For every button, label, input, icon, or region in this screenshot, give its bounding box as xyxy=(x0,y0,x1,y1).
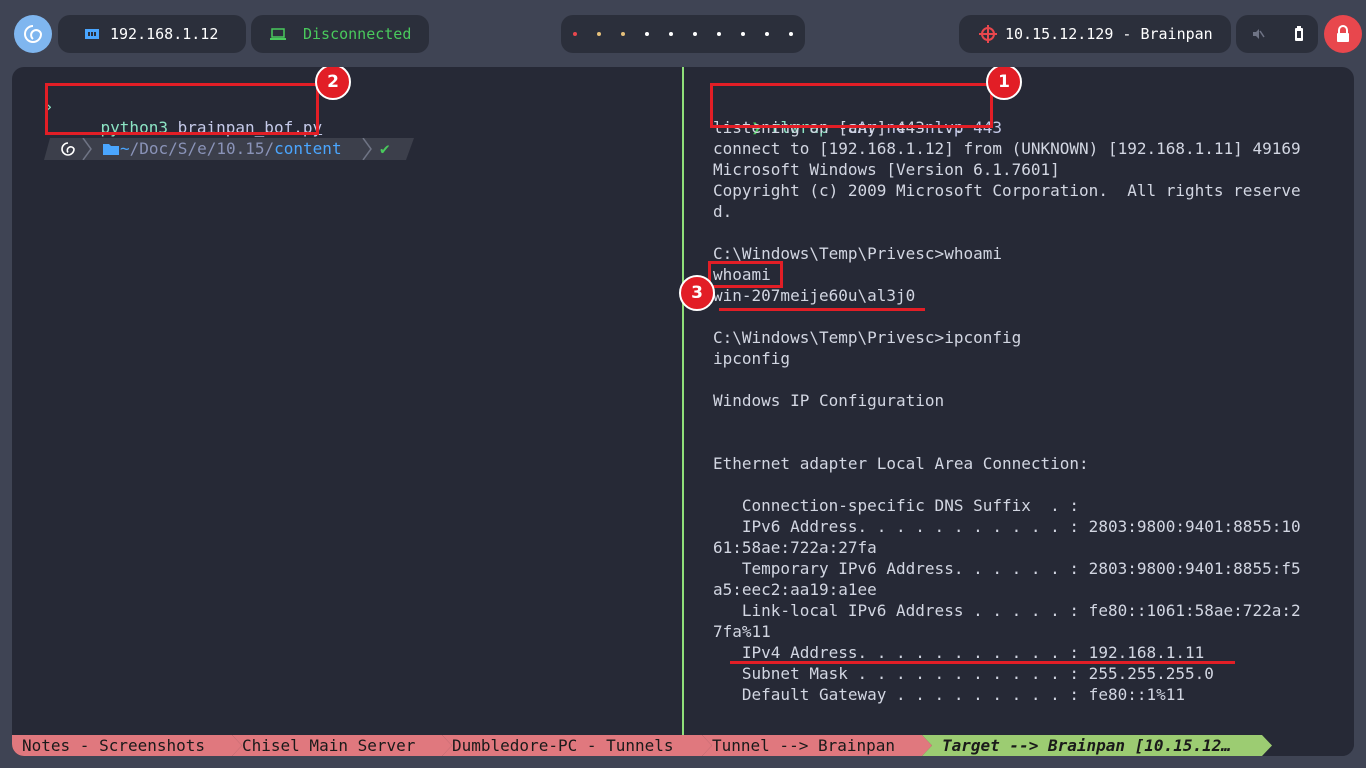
battery-icon[interactable] xyxy=(1294,26,1304,42)
prompt-separator-icon xyxy=(362,138,372,160)
annotation-box-1 xyxy=(710,83,993,128)
output-line: IPv6 Address. . . . . . . . . . . : 2803… xyxy=(713,517,1301,536)
output-line: a5:eec2:aa19:a1ee xyxy=(713,580,877,599)
output-line: Link-local IPv6 Address . . . . . : fe80… xyxy=(713,601,1301,620)
output-line: Subnet Mask . . . . . . . . . . . : 255.… xyxy=(713,664,1214,683)
workspace-dot[interactable] xyxy=(645,32,649,36)
terminal-window[interactable]: › python3 brainpan_bof.py ~/Doc/S/e/10.1… xyxy=(12,67,1354,756)
workspace-dot[interactable] xyxy=(669,32,673,36)
output-line: Windows IP Configuration xyxy=(713,391,945,410)
system-tray[interactable] xyxy=(1236,15,1318,53)
prompt-success-icon: ✔ xyxy=(380,139,390,158)
workspace-dot[interactable] xyxy=(741,32,745,36)
output-line: connect to [192.168.1.12] from (UNKNOWN)… xyxy=(713,139,1301,158)
status-tab[interactable]: Chisel Main Server xyxy=(232,735,452,756)
volume-muted-icon[interactable] xyxy=(1251,27,1265,41)
pane-divider[interactable] xyxy=(682,67,684,735)
status-tab[interactable]: Tunnel --> Brainpan xyxy=(702,735,932,756)
prompt-path-parent: /Doc/S/e/10.15/ xyxy=(129,139,275,158)
output-line: Microsoft Windows [Version 6.1.7601] xyxy=(713,160,1060,179)
workspace-dot[interactable] xyxy=(597,32,601,36)
output-line: win-207meije60u\al3j0 xyxy=(713,286,916,305)
prompt-path: ~/Doc/S/e/10.15/content xyxy=(120,138,342,159)
crosshair-icon xyxy=(979,25,997,43)
annotation-badge-3: 3 xyxy=(679,275,715,311)
output-line: Connection-specific DNS Suffix . : xyxy=(713,496,1080,515)
folder-icon xyxy=(103,144,119,155)
output-line: Temporary IPv6 Address. . . . . . : 2803… xyxy=(713,559,1301,578)
prompt-separator-icon xyxy=(82,138,92,160)
debian-swirl-icon xyxy=(24,25,43,43)
status-tab[interactable]: Dumbledore-PC - Tunnels xyxy=(442,735,712,756)
annotation-box-3 xyxy=(708,261,783,288)
prompt-path-current: content xyxy=(274,139,342,158)
lock-icon xyxy=(1337,25,1349,42)
workspace-indicator[interactable] xyxy=(561,15,805,53)
output-line: C:\Windows\Temp\Privesc>ipconfig xyxy=(713,328,1022,347)
annotation-box-2 xyxy=(45,83,319,135)
output-line: IPv4 Address. . . . . . . . . . . : 192.… xyxy=(713,643,1205,662)
workspace-dot[interactable] xyxy=(765,32,769,36)
annotation-badge-1: 1 xyxy=(986,67,1022,100)
tmux-status-bar: Notes - Screenshots Chisel Main Server Dum… xyxy=(12,735,1354,756)
output-line: ipconfig xyxy=(713,349,791,368)
workspace-dot[interactable] xyxy=(717,32,721,36)
annotation-underline-ipv4 xyxy=(730,661,1235,664)
output-line: Copyright (c) 2009 Microsoft Corporation… xyxy=(713,181,1301,200)
ip-address: 192.168.1.12 xyxy=(110,25,219,43)
workspace-dot[interactable] xyxy=(789,32,793,36)
target-widget[interactable]: 10.15.12.129 - Brainpan xyxy=(959,15,1231,53)
debian-logo-icon[interactable] xyxy=(14,15,52,53)
vpn-status: Disconnected xyxy=(303,25,412,43)
status-tab-active[interactable]: Target --> Brainpan [10.15.12… xyxy=(922,735,1272,756)
debian-prompt-icon xyxy=(61,142,75,156)
status-tab[interactable]: Notes - Screenshots xyxy=(12,735,242,756)
laptop-icon xyxy=(270,28,286,40)
workspace-dot[interactable] xyxy=(621,32,625,36)
output-line: d. xyxy=(713,202,733,221)
target-label: 10.15.12.129 - Brainpan xyxy=(1005,25,1213,43)
annotation-underline-user xyxy=(719,308,925,311)
ethernet-icon xyxy=(85,29,99,39)
output-line: 61:58ae:722a:27fa xyxy=(713,538,877,557)
output-line: Ethernet adapter Local Area Connection: xyxy=(713,454,1089,473)
prompt-tilde: ~ xyxy=(120,139,130,158)
lock-button[interactable] xyxy=(1324,15,1362,53)
annotation-badge-2: 2 xyxy=(315,67,351,100)
workspace-dot[interactable] xyxy=(573,32,577,36)
workspace-dot[interactable] xyxy=(693,32,697,36)
ip-widget[interactable]: 192.168.1.12 xyxy=(58,15,246,53)
output-line: 7fa%11 xyxy=(713,622,771,641)
output-line: Default Gateway . . . . . . . . . : fe80… xyxy=(713,685,1186,704)
vpn-widget[interactable]: Disconnected xyxy=(251,15,429,53)
